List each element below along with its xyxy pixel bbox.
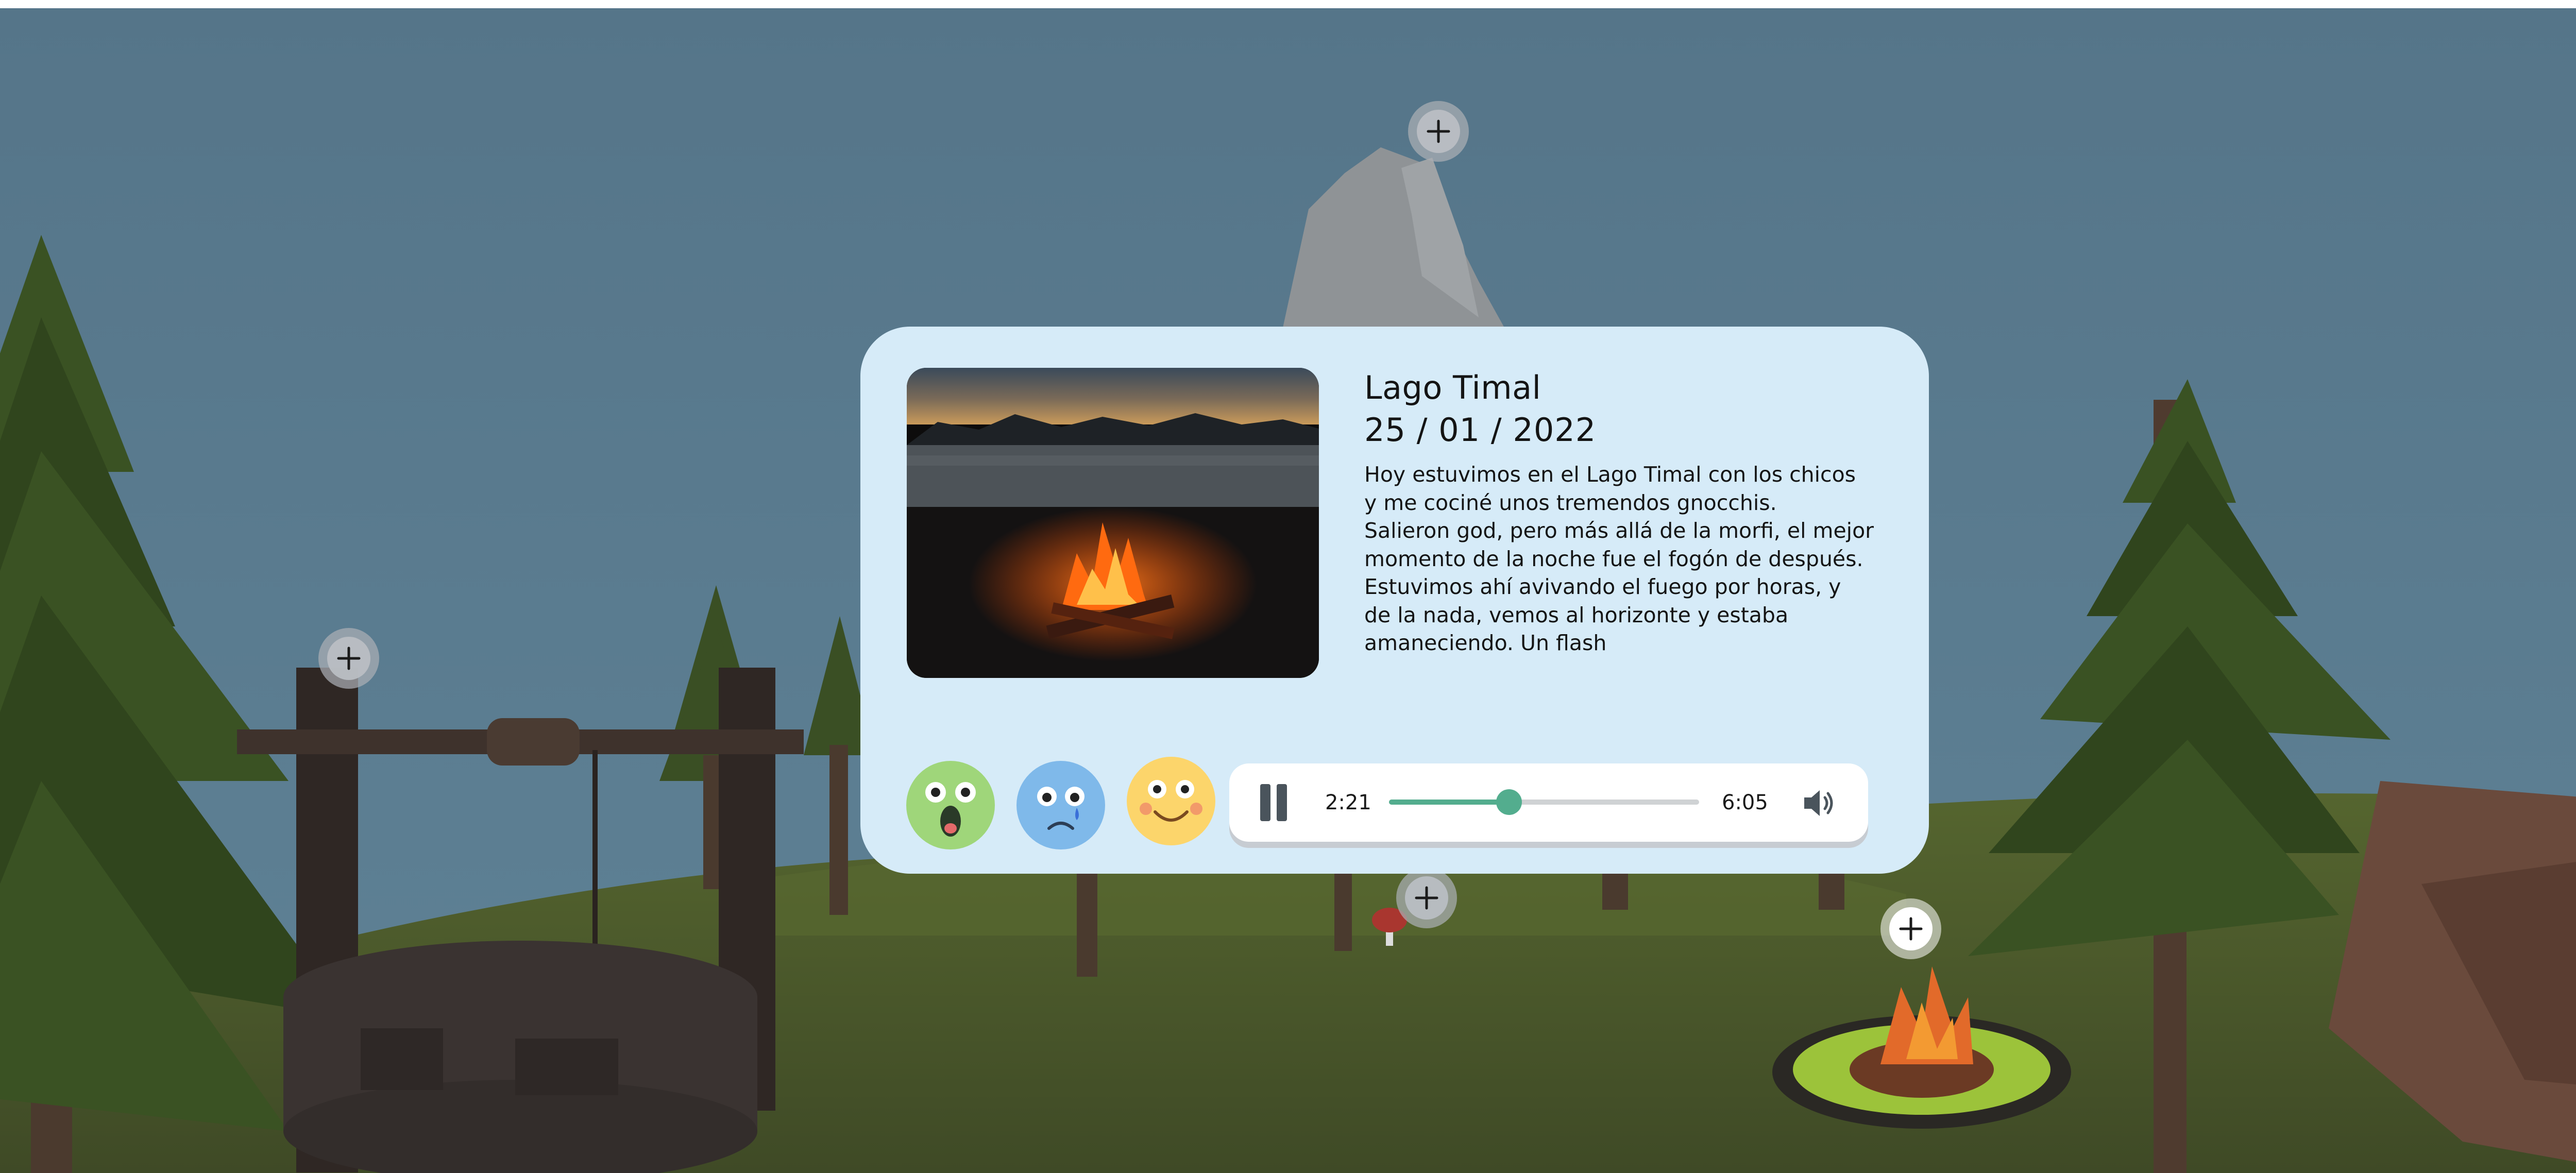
hotspot-mushroom[interactable] xyxy=(1396,868,1457,928)
current-time: 2:21 xyxy=(1325,791,1371,814)
hotspot-mountain[interactable] xyxy=(1408,101,1469,162)
entry-text: Hoy estuvimos en el Lago Timal con los c… xyxy=(1364,462,1874,655)
hotspot-well[interactable] xyxy=(318,628,379,689)
seek-bar[interactable] xyxy=(1389,789,1699,815)
volume-button[interactable] xyxy=(1799,783,1839,823)
plus-icon xyxy=(1415,886,1438,910)
game-viewport[interactable]: Lago Timal 25 / 01 / 2022 Hoy estuvimos … xyxy=(0,8,2576,1173)
speaker-icon xyxy=(1804,790,1833,816)
reaction-surprised[interactable] xyxy=(906,760,995,850)
total-time: 6:05 xyxy=(1722,791,1768,814)
hotspot-campfire[interactable] xyxy=(1880,898,1941,959)
entry-title: Lago Timal xyxy=(1364,369,1541,406)
reaction-sad[interactable] xyxy=(1016,760,1106,850)
seek-progress xyxy=(1389,800,1509,805)
memory-card: Lago Timal 25 / 01 / 2022 Hoy estuvimos … xyxy=(860,327,1929,874)
plus-icon xyxy=(1899,917,1923,941)
plus-icon xyxy=(337,647,361,670)
campfire-photo xyxy=(907,368,1319,678)
sad-face-icon xyxy=(1016,761,1105,849)
pause-icon xyxy=(1260,784,1270,821)
entry-details: Lago Timal 25 / 01 / 2022 Hoy estuvimos … xyxy=(1364,367,1895,657)
pause-button[interactable] xyxy=(1258,782,1289,823)
seek-handle[interactable] xyxy=(1496,789,1522,815)
plus-icon xyxy=(1427,120,1450,143)
reaction-happy[interactable] xyxy=(1126,756,1216,846)
surprised-face-icon xyxy=(906,761,995,849)
audio-player: 2:21 6:05 xyxy=(1229,763,1868,842)
entry-date: 25 / 01 / 2022 xyxy=(1364,411,1597,449)
happy-face-icon xyxy=(1127,757,1215,845)
